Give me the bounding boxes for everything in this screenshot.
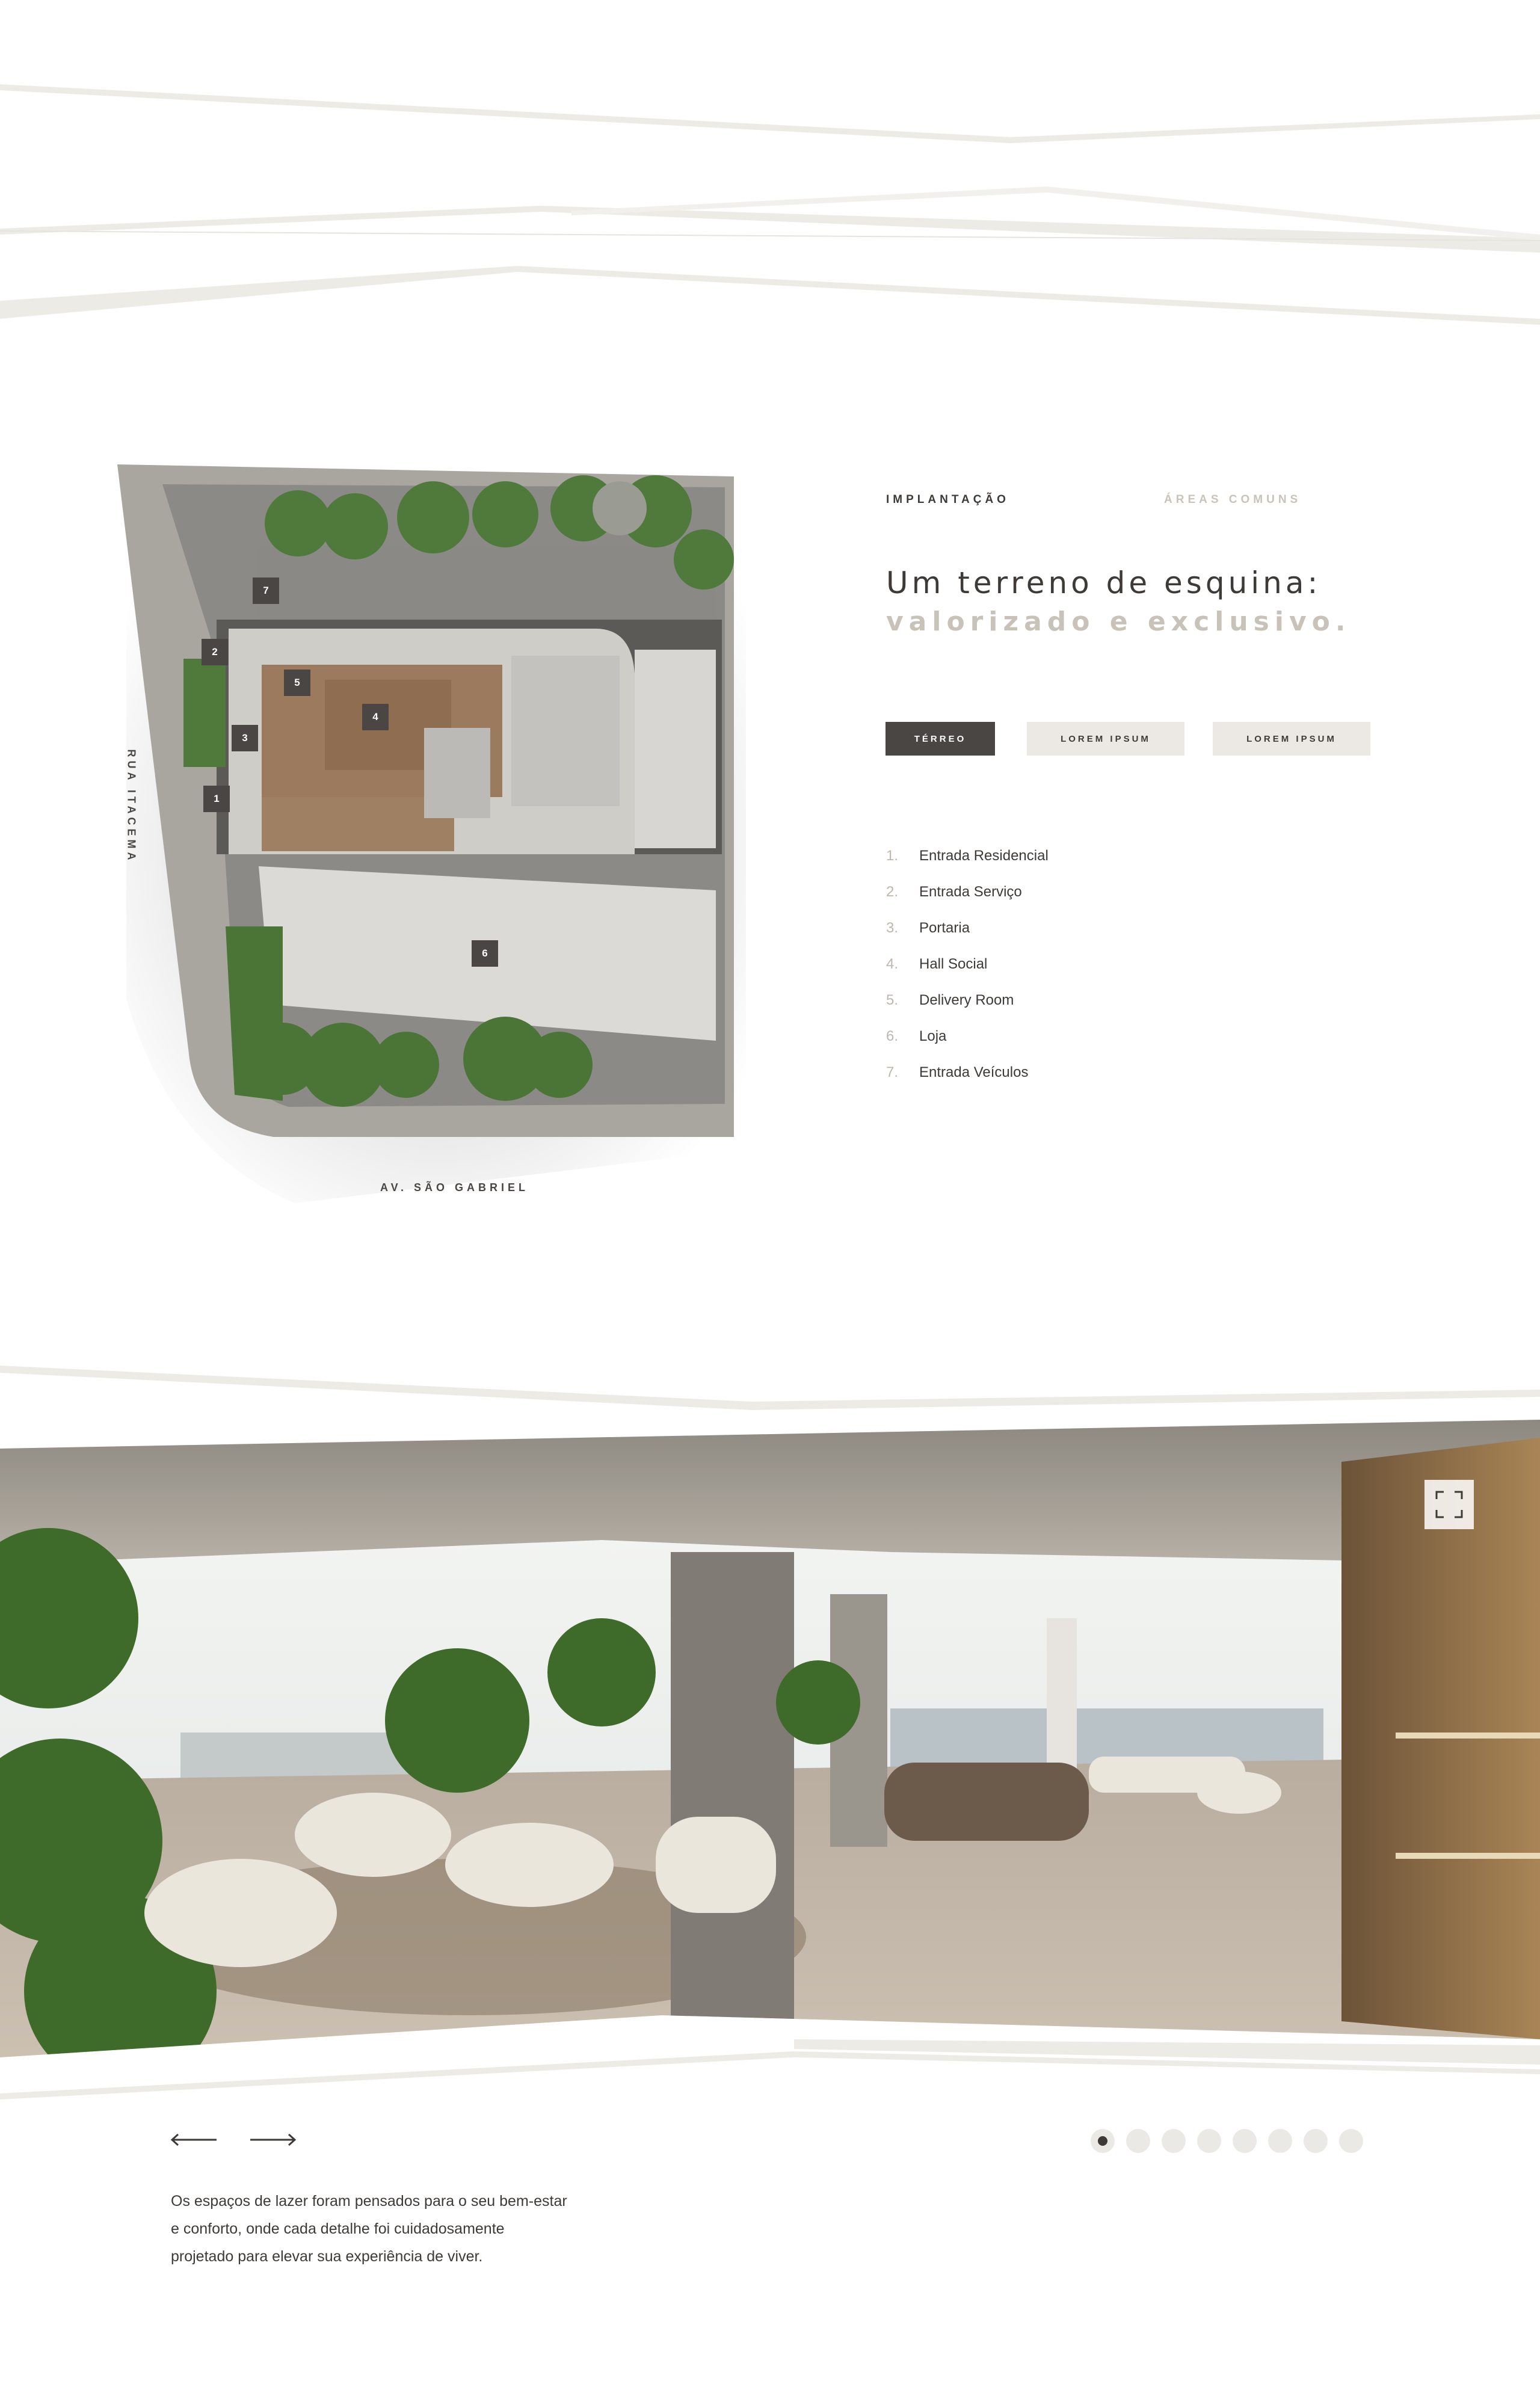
carousel-dot-7[interactable] bbox=[1304, 2129, 1328, 2153]
map-marker-6[interactable]: 6 bbox=[472, 940, 498, 967]
carousel-pagination bbox=[1091, 2129, 1363, 2153]
map-marker-5[interactable]: 5 bbox=[284, 670, 310, 696]
carousel-dot-4[interactable] bbox=[1197, 2129, 1221, 2153]
legend-label: Entrada Veículos bbox=[919, 1064, 1029, 1080]
floor-button-terreo[interactable]: TÉRREO bbox=[886, 722, 995, 756]
legend-item-3[interactable]: 3. Portaria bbox=[886, 910, 1049, 946]
street-label-bottom: AV. SÃO GABRIEL bbox=[380, 1181, 529, 1194]
carousel-dot-1[interactable] bbox=[1091, 2129, 1115, 2153]
legend-num: 1. bbox=[886, 848, 899, 864]
headline-line-2: valorizado e exclusivo. bbox=[886, 606, 1351, 637]
legend-item-4[interactable]: 4. Hall Social bbox=[886, 946, 1049, 982]
headline-line-1: Um terreno de esquina: bbox=[886, 565, 1322, 600]
legend-item-7[interactable]: 7. Entrada Veículos bbox=[886, 1055, 1049, 1091]
arrow-right-icon[interactable] bbox=[249, 2131, 297, 2149]
top-decorative-stripes bbox=[0, 72, 1540, 331]
carousel-dot-2[interactable] bbox=[1126, 2129, 1150, 2153]
legend-num: 4. bbox=[886, 956, 899, 972]
map-marker-7[interactable]: 7 bbox=[253, 578, 279, 604]
fullscreen-icon[interactable] bbox=[1424, 1480, 1474, 1529]
street-label-side: RUA ITACEMA bbox=[125, 749, 138, 864]
carousel-dot-8[interactable] bbox=[1339, 2129, 1363, 2153]
bottom-decorative-stripes bbox=[0, 2027, 1540, 2105]
legend-label: Portaria bbox=[919, 920, 970, 936]
gallery-image bbox=[0, 1420, 1540, 2105]
carousel-dot-6[interactable] bbox=[1268, 2129, 1292, 2153]
legend-label: Hall Social bbox=[919, 956, 988, 972]
legend-label: Delivery Room bbox=[919, 992, 1014, 1008]
description-line-3: projetado para elevar sua experiência de… bbox=[171, 2248, 483, 2265]
legend-list: 1. Entrada Residencial 2. Entrada Serviço … bbox=[886, 838, 1049, 1091]
tab-implantacao[interactable]: IMPLANTAÇÃO bbox=[886, 493, 1009, 507]
carousel-dot-5[interactable] bbox=[1233, 2129, 1257, 2153]
legend-num: 2. bbox=[886, 884, 899, 900]
floor-button-3[interactable]: LOREM IPSUM bbox=[1213, 722, 1370, 756]
gallery-description: Os espaços de lazer foram pensados para … bbox=[171, 2187, 628, 2270]
legend-item-1[interactable]: 1. Entrada Residencial bbox=[886, 838, 1049, 874]
description-line-2: e conforto, onde cada detalhe foi cuidad… bbox=[171, 2220, 505, 2237]
description-line-1: Os espaços de lazer foram pensados para … bbox=[171, 2193, 567, 2210]
legend-item-5[interactable]: 5. Delivery Room bbox=[886, 982, 1049, 1018]
map-marker-2[interactable]: 2 bbox=[202, 639, 228, 665]
map-marker-4[interactable]: 4 bbox=[362, 704, 389, 730]
carousel-dot-3[interactable] bbox=[1162, 2129, 1186, 2153]
legend-label: Entrada Serviço bbox=[919, 884, 1022, 900]
legend-num: 5. bbox=[886, 992, 899, 1008]
site-plan-map bbox=[90, 457, 764, 1215]
map-marker-3[interactable]: 3 bbox=[232, 725, 258, 751]
legend-num: 6. bbox=[886, 1028, 899, 1044]
legend-num: 7. bbox=[886, 1064, 899, 1080]
map-marker-1[interactable]: 1 bbox=[203, 786, 230, 812]
tab-areas-comuns[interactable]: ÁREAS COMUNS bbox=[1164, 493, 1301, 507]
floor-button-2[interactable]: LOREM IPSUM bbox=[1027, 722, 1184, 756]
legend-label: Loja bbox=[919, 1028, 947, 1044]
legend-num: 3. bbox=[886, 920, 899, 936]
fullscreen-glyph bbox=[1435, 1491, 1463, 1518]
legend-label: Entrada Residencial bbox=[919, 848, 1049, 864]
legend-item-6[interactable]: 6. Loja bbox=[886, 1018, 1049, 1055]
arrow-left-icon[interactable] bbox=[170, 2131, 218, 2149]
legend-item-2[interactable]: 2. Entrada Serviço bbox=[886, 874, 1049, 910]
